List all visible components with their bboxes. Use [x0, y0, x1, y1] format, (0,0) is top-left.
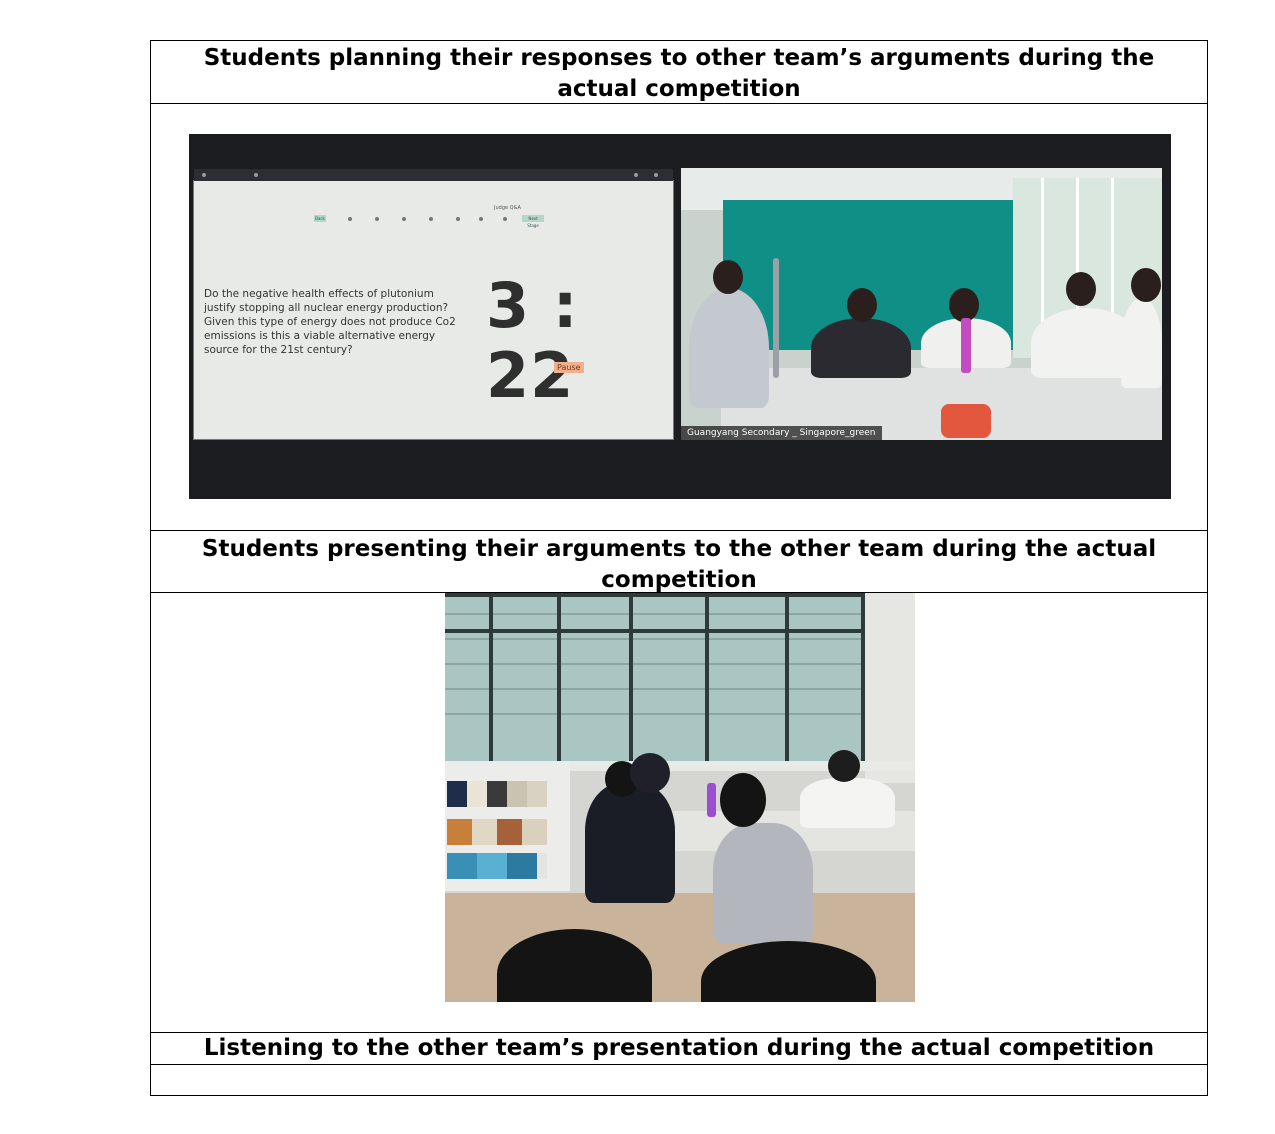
student-figure — [689, 288, 769, 408]
stage-dot — [348, 217, 352, 221]
book-row — [447, 853, 547, 879]
pencil-case — [941, 404, 991, 438]
caption-presenting: Students presenting their arguments to t… — [151, 530, 1207, 593]
blind-slat — [445, 663, 865, 665]
debate-question: Do the negative health effects of pluton… — [204, 288, 456, 356]
student-figure — [811, 318, 911, 378]
window-frame — [785, 593, 789, 763]
stage-dot — [479, 217, 483, 221]
document-table: Students planning their responses to oth… — [150, 40, 1208, 1096]
window-frame — [629, 593, 633, 763]
photo-row-presenting — [151, 592, 1207, 1032]
student-figure — [585, 783, 675, 903]
browser-dot-icon — [634, 173, 638, 177]
blind-slat — [445, 688, 865, 690]
laptop-screen: Judge Q&A Back Next Stage Do the negativ… — [193, 169, 674, 440]
browser-dot-icon — [654, 173, 658, 177]
student-head — [847, 288, 877, 322]
student-head — [949, 288, 979, 322]
empty-row — [151, 1064, 1207, 1095]
countdown-timer: 3 : 22 — [486, 269, 579, 412]
stage-dot — [429, 217, 433, 221]
book-row — [447, 781, 547, 807]
photo-row-planning: Judge Q&A Back Next Stage Do the negativ… — [151, 103, 1207, 530]
caption-listening: Listening to the other team’s presentati… — [151, 1032, 1207, 1064]
student-figure — [1121, 298, 1162, 388]
browser-dot-icon — [254, 173, 258, 177]
video-feed: Guangyang Secondary _ Singapore_green — [681, 168, 1162, 440]
stage-back-chip: Back — [314, 215, 326, 222]
pause-button: Pause — [554, 362, 584, 373]
pillar — [865, 593, 915, 783]
blind-slat — [445, 713, 865, 715]
stage-dot — [456, 217, 460, 221]
window-frame — [445, 629, 865, 633]
window-frame — [705, 593, 709, 763]
window — [445, 593, 865, 763]
student-head — [713, 260, 743, 294]
stage-dot — [402, 217, 406, 221]
student-figure — [800, 778, 895, 828]
caption-planning: Students planning their responses to oth… — [203, 45, 1155, 102]
browser-dot-icon — [202, 173, 206, 177]
blind-slat — [445, 638, 865, 640]
video-caption: Guangyang Secondary _ Singapore_green — [681, 426, 882, 440]
stage-next-chip: Next Stage — [522, 215, 544, 228]
water-bottle — [707, 783, 716, 817]
browser-tab-bar — [194, 169, 673, 181]
stage-dot — [375, 217, 379, 221]
stage-title: Judge Q&A — [494, 205, 521, 211]
window-frame — [557, 593, 561, 763]
student-head — [1066, 272, 1096, 306]
photo-library-session — [445, 593, 915, 1002]
photo-online-session: Judge Q&A Back Next Stage Do the negativ… — [189, 134, 1171, 499]
student-head — [828, 750, 860, 782]
window-frame — [489, 593, 493, 763]
student-figure — [713, 823, 813, 943]
blind-slat — [445, 613, 865, 615]
stage-dot — [503, 217, 507, 221]
student-head — [1131, 268, 1161, 302]
microphone-icon — [773, 258, 779, 378]
bookshelf — [445, 761, 570, 891]
window-frame — [445, 593, 865, 597]
stage-progress: Back Next Stage — [314, 215, 544, 228]
water-bottle — [961, 318, 971, 373]
student-head — [630, 753, 670, 793]
book-row — [447, 819, 547, 845]
student-head — [720, 773, 766, 827]
